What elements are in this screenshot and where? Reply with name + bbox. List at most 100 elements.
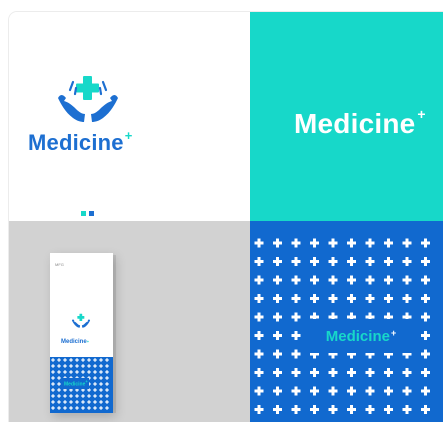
plus-icon [63, 388, 67, 392]
plus-icon [291, 312, 301, 322]
plus-icon [69, 364, 73, 368]
plus-icon [254, 275, 264, 285]
box-pattern-wordmark: Medicine+ [63, 378, 89, 389]
plus-icon [310, 294, 319, 303]
plus-icon [384, 294, 393, 303]
plus-icon [254, 238, 264, 248]
plus-icon [384, 275, 393, 285]
plus-icon [291, 331, 301, 340]
plus-icon [81, 388, 85, 392]
plus-icon [328, 275, 338, 285]
plus-icon [421, 386, 430, 396]
plus-icon [328, 294, 338, 303]
plus-icon [310, 368, 319, 377]
packaging-mockup-panel: MFG Medicine+ Medicine+ [9, 221, 250, 422]
plus-icon [75, 388, 79, 392]
plus-icon [99, 358, 103, 362]
plus-icon [105, 358, 109, 362]
plus-icon [347, 386, 356, 396]
plus-icon [254, 368, 264, 377]
plus-icon [69, 400, 73, 404]
plus-icon [310, 386, 319, 396]
plus-icon [421, 349, 430, 359]
box-front: MFG Medicine+ Medicine+ [50, 253, 113, 413]
plus-icon [291, 275, 301, 285]
plus-icon [347, 238, 356, 248]
plus-icon [51, 406, 55, 410]
plus-icon [51, 388, 55, 392]
plus-icon [99, 400, 103, 404]
plus-icon [87, 370, 91, 374]
plus-icon [99, 376, 103, 380]
brand-presentation-card: Medicine+ Medicine + MFG Medicine+ Medic… [9, 12, 443, 422]
plus-icon [57, 382, 61, 386]
plus-icon [57, 388, 61, 392]
carousel-indicator [81, 203, 97, 221]
plus-icon [57, 358, 61, 362]
plus-icon [310, 238, 319, 248]
hands-holding-cross-icon [58, 76, 118, 122]
plus-icon [87, 400, 91, 404]
plus-icon [51, 394, 55, 398]
plus-icon [310, 275, 319, 285]
plus-icon [273, 257, 282, 266]
plus-icon [421, 257, 430, 266]
plus-icon [273, 368, 282, 377]
plus-icon [51, 376, 55, 380]
plus-icon [347, 405, 356, 414]
plus-icon [75, 358, 79, 362]
plus-icon [254, 331, 264, 340]
plus-icon [402, 386, 412, 396]
plus-icon [291, 368, 301, 377]
plus-icon [365, 257, 375, 266]
plus-icon [421, 238, 430, 248]
plus-icon [51, 400, 55, 404]
plus-icon [421, 331, 430, 340]
plus-icon [93, 370, 97, 374]
plus-icon [81, 364, 85, 368]
plus-icon [291, 238, 301, 248]
plus-icon [402, 405, 412, 414]
box-tag: MFG [55, 262, 64, 267]
plus-icon [57, 400, 61, 404]
plus-icon [75, 394, 79, 398]
plus-icon [291, 386, 301, 396]
plus-icon [347, 368, 356, 377]
plus-icon [93, 406, 97, 410]
logo-wordmark: Medicine+ [28, 128, 133, 155]
plus-icon [93, 358, 97, 362]
plus-icon [51, 364, 55, 368]
plus-icon [402, 238, 412, 248]
plus-icon [273, 312, 282, 322]
plus-icon [93, 394, 97, 398]
plus-icon [69, 406, 73, 410]
plus-icon [273, 349, 282, 359]
plus-icon [87, 358, 91, 362]
plus-icon [51, 370, 55, 374]
pattern-wordmark: Medicine+ [325, 327, 397, 345]
plus-icon [93, 376, 97, 380]
indicator-dot-teal [81, 211, 86, 216]
plus-icon [365, 238, 375, 248]
plus-icon [105, 376, 109, 380]
plus-icon [99, 364, 103, 368]
plus-icon [273, 275, 282, 285]
plus-icon [69, 394, 73, 398]
plus-icon [93, 382, 97, 386]
plus-icon [105, 400, 109, 404]
plus-icon [63, 400, 67, 404]
plus-icon [273, 331, 282, 340]
plus-icon [254, 294, 264, 303]
plus-icon [328, 238, 338, 248]
indicator-dot-blue [89, 211, 94, 216]
plus-icon [99, 370, 103, 374]
plus-icon [347, 257, 356, 266]
plus-icon [291, 405, 301, 414]
plus-icon [63, 394, 67, 398]
plus-icon [384, 386, 393, 396]
plus-icon [384, 405, 393, 414]
plus-icon [273, 386, 282, 396]
plus-icon [273, 405, 282, 414]
plus-icon [273, 294, 282, 303]
plus-icon [57, 364, 61, 368]
